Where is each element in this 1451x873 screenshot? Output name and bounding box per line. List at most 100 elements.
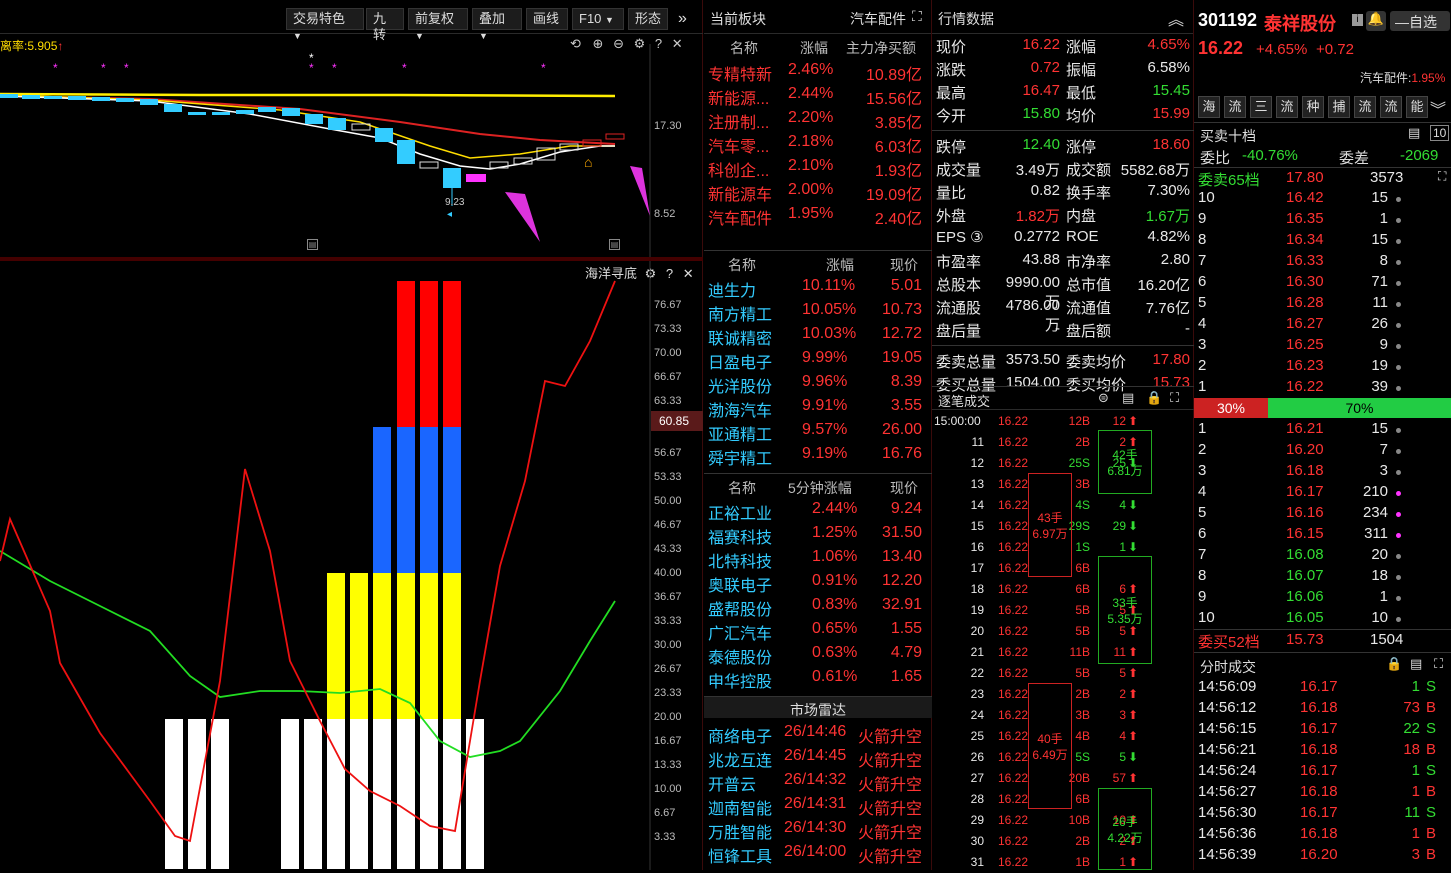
depth-toggle[interactable]: 10	[1430, 125, 1450, 141]
list-item[interactable]: 联诚精密 10.03% 12.72	[704, 322, 932, 348]
toolbar-draw[interactable]: 画线	[526, 8, 568, 30]
toolbar-f10[interactable]: F10 ▼	[572, 8, 624, 30]
list-icon[interactable]: ▤	[1408, 125, 1420, 141]
bid-row[interactable]: 10 16.05 10	[1194, 608, 1451, 629]
list-item[interactable]: 新能源车 2.00% 19.09亿	[704, 178, 932, 204]
list-item[interactable]: 泰德股份 0.63% 4.79	[704, 641, 932, 667]
col-header[interactable]: 涨幅	[800, 38, 828, 58]
list-item[interactable]: 科创企... 2.10% 1.93亿	[704, 154, 932, 180]
list-item[interactable]: 注册制... 2.20% 3.85亿	[704, 106, 932, 132]
collapse-icon[interactable]: ︽	[1168, 6, 1184, 30]
sector-tag[interactable]: 汽车配件:1.95%	[1360, 69, 1445, 86]
quote-value: -	[1055, 320, 1060, 337]
toolbar-overlay[interactable]: 叠加 ▼	[472, 8, 522, 41]
bid-row[interactable]: 8 16.07 18	[1194, 566, 1451, 587]
bid-row[interactable]: 2 16.20 7	[1194, 440, 1451, 461]
list-item[interactable]: 汽车配件 1.95% 2.40亿	[704, 202, 932, 228]
radar-time: 26/14:32	[784, 771, 847, 788]
col-header[interactable]: 名称	[728, 478, 756, 498]
expand-icon[interactable]: ⛶	[912, 8, 922, 25]
ask-row[interactable]: 2 16.23 19	[1194, 356, 1451, 377]
expand-icon[interactable]: ⛶	[1170, 390, 1179, 406]
lock-icon[interactable]: 🔒	[1386, 656, 1402, 672]
info-icon[interactable]: i	[1352, 14, 1363, 26]
list-item[interactable]: 迪生力 10.11% 5.01	[704, 274, 932, 300]
toolbar-fuquan[interactable]: 前复权 ▼	[408, 8, 468, 41]
settings-icon[interactable]: ⊜	[1098, 390, 1109, 406]
list-item[interactable]: 万胜智能 26/14:30 火箭升空	[704, 816, 932, 842]
col-header[interactable]: 5分钟涨幅	[788, 478, 852, 498]
expand-icon[interactable]: »	[678, 10, 687, 28]
ask-row[interactable]: 7 16.33 8	[1194, 251, 1451, 272]
event-icon[interactable]: ▤	[307, 239, 318, 250]
list-item[interactable]: 汽车零... 2.18% 6.03亿	[704, 130, 932, 156]
list-item[interactable]: 迦南智能 26/14:31 火箭升空	[704, 792, 932, 818]
list-item[interactable]: 申华控股 0.61% 1.65	[704, 665, 932, 691]
col-header[interactable]: 名称	[730, 38, 758, 58]
tab-1[interactable]: 流	[1224, 96, 1246, 118]
bell-icon[interactable]: 🔔	[1366, 11, 1386, 31]
watchlist-button[interactable]: —自选	[1390, 11, 1450, 31]
list-item[interactable]: 恒锋工具 26/14:00 火箭升空	[704, 840, 932, 866]
sector-current[interactable]: 汽车配件	[850, 9, 906, 29]
event-icon[interactable]: ▤	[609, 239, 620, 250]
ask-row[interactable]: 3 16.25 9	[1194, 335, 1451, 356]
bid-row[interactable]: 3 16.18 3	[1194, 461, 1451, 482]
bid-row[interactable]: 6 16.15 311	[1194, 524, 1451, 545]
quote-value: 1.67万	[1145, 208, 1190, 225]
ask-row[interactable]: 9 16.35 1	[1194, 209, 1451, 230]
list-item[interactable]: 盛帮股份 0.83% 32.91	[704, 593, 932, 619]
tab-7[interactable]: 流	[1380, 96, 1402, 118]
ask-row[interactable]: 6 16.30 71	[1194, 272, 1451, 293]
col-header[interactable]: 现价	[890, 478, 918, 498]
bid-row[interactable]: 5 16.16 234	[1194, 503, 1451, 524]
list-item[interactable]: 渤海汽车 9.91% 3.55	[704, 394, 932, 420]
list-item[interactable]: 亚通精工 9.57% 26.00	[704, 418, 932, 444]
chevron-down-icon[interactable]: ︾	[1430, 96, 1446, 120]
tab-5[interactable]: 捕	[1328, 96, 1350, 118]
col-header[interactable]: 涨幅	[826, 255, 854, 275]
tab-2[interactable]: 三	[1250, 96, 1272, 118]
list-item[interactable]: 开普云 26/14:32 火箭升空	[704, 768, 932, 794]
list-item[interactable]: 舜宇精工 9.19% 16.76	[704, 442, 932, 468]
list-item[interactable]: 商络电子 26/14:46 火箭升空	[704, 720, 932, 746]
tab-3[interactable]: 流	[1276, 96, 1298, 118]
toolbar-trade-feature[interactable]: 交易特色 ▼	[286, 8, 364, 41]
ask-row[interactable]: 8 16.34 15	[1194, 230, 1451, 251]
col-header[interactable]: 名称	[728, 255, 756, 275]
list-item[interactable]: 正裕工业 2.44% 9.24	[704, 497, 932, 523]
list-item[interactable]: 光洋股份 9.96% 8.39	[704, 370, 932, 396]
tab-0[interactable]: 海	[1198, 96, 1220, 118]
col-header[interactable]: 现价	[890, 255, 918, 275]
expand-icon[interactable]: ⛶	[1434, 656, 1443, 672]
expand-icon[interactable]: ⛶	[1438, 169, 1446, 184]
list-item[interactable]: 广汇汽车 0.65% 1.55	[704, 617, 932, 643]
list-item[interactable]: 北特科技 1.06% 13.40	[704, 545, 932, 571]
list-item[interactable]: 日盈电子 9.99% 19.05	[704, 346, 932, 372]
col-header[interactable]: 主力净买额	[846, 38, 916, 58]
toolbar-pattern[interactable]: 形态	[628, 8, 668, 30]
bid-row[interactable]: 7 16.08 20	[1194, 545, 1451, 566]
toolbar-jiuzhuan[interactable]: 九转	[366, 8, 404, 42]
lock-icon[interactable]: 🔒	[1146, 390, 1162, 406]
list-item[interactable]: 南方精工 10.05% 10.73	[704, 298, 932, 324]
ask-row[interactable]: 10 16.42 15	[1194, 188, 1451, 209]
list-item[interactable]: 兆龙互连 26/14:45 火箭升空	[704, 744, 932, 770]
ask-row[interactable]: 1 16.22 39	[1194, 377, 1451, 398]
list-item[interactable]: 新能源... 2.44% 15.56亿	[704, 82, 932, 108]
ask-row[interactable]: 4 16.27 26	[1194, 314, 1451, 335]
tab-6[interactable]: 流	[1354, 96, 1376, 118]
list-icon[interactable]: ▤	[1122, 390, 1134, 406]
bid-row[interactable]: 1 16.21 15	[1194, 419, 1451, 440]
bid-row[interactable]: 9 16.06 1	[1194, 587, 1451, 608]
list-item[interactable]: 专精特新 2.46% 10.89亿	[704, 58, 932, 84]
list-icon[interactable]: ▤	[1410, 656, 1422, 672]
tab-8[interactable]: 能	[1406, 96, 1428, 118]
list-item[interactable]: 福赛科技 1.25% 31.50	[704, 521, 932, 547]
candle	[22, 95, 40, 99]
list-item[interactable]: 奥联电子 0.91% 12.20	[704, 569, 932, 595]
bid-row[interactable]: 4 16.17 210	[1194, 482, 1451, 503]
tab-4[interactable]: 种	[1302, 96, 1324, 118]
stock-chg: 0.61%	[812, 668, 858, 685]
ask-row[interactable]: 5 16.28 11	[1194, 293, 1451, 314]
